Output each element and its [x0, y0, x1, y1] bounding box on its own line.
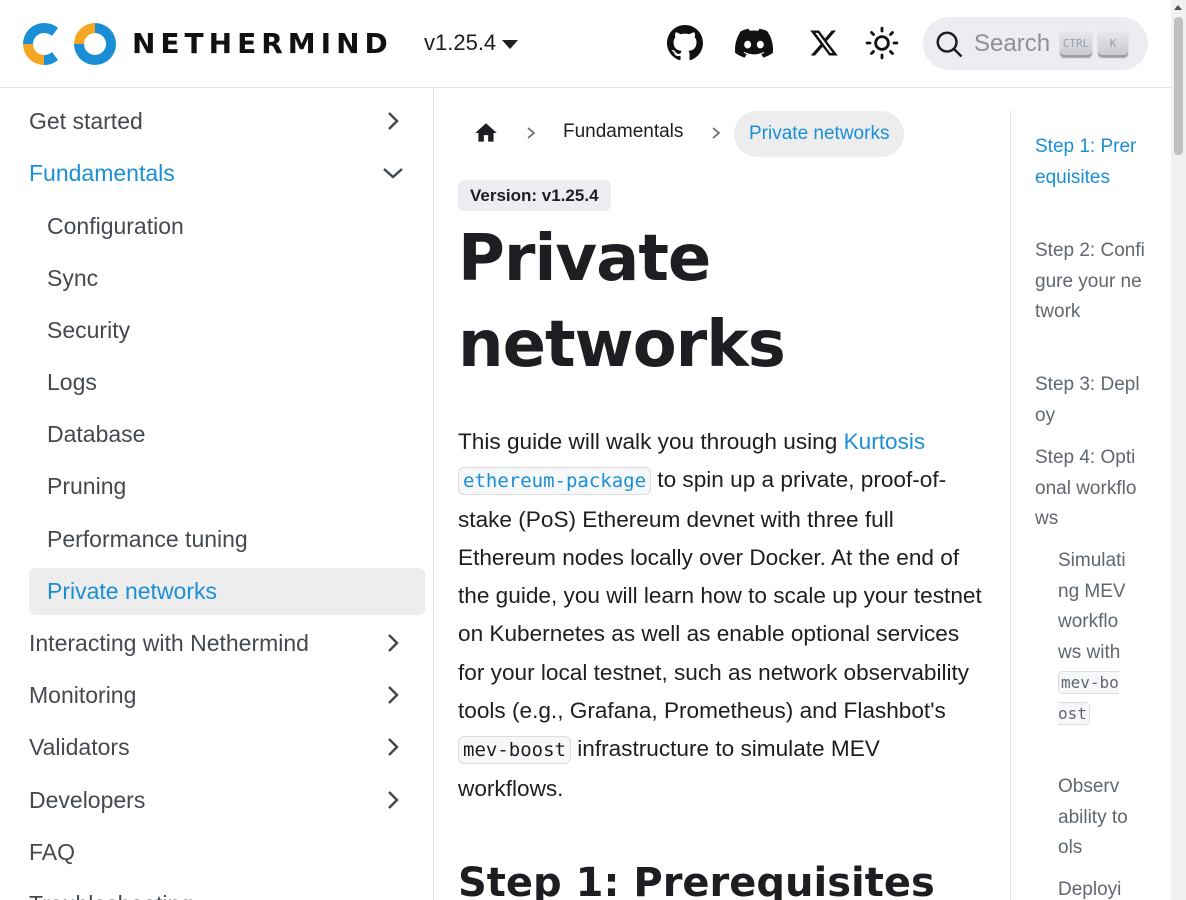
section-heading-prerequisites: Step 1: Prerequisites [458, 860, 935, 900]
sidebar-item-developers[interactable]: Developers [29, 778, 425, 822]
intro-paragraph: This guide will walk you through using K… [458, 423, 988, 808]
chevron-right-icon[interactable] [381, 631, 405, 655]
ethereum-package-link[interactable]: ethereum-package [458, 467, 652, 496]
sidebar-item-label: Pruning [47, 472, 127, 499]
sidebar-item-label: FAQ [29, 838, 76, 865]
breadcrumb-separator-icon [712, 127, 721, 139]
version-badge: Version: v1.25.4 [458, 180, 611, 211]
nethermind-logo[interactable] [22, 19, 118, 69]
sidebar-item-fundamentals[interactable]: Fundamentals [29, 151, 425, 195]
toc-item-step-2[interactable]: Step 2: Configure your network [1035, 236, 1145, 328]
chevron-right-icon[interactable] [381, 683, 405, 707]
scrollbar-thumb[interactable] [1174, 17, 1183, 155]
k-key-hint: K [1098, 30, 1129, 57]
intro-text: This guide will walk you through using [458, 429, 844, 454]
top-navbar: NETHERMIND v1.25.4 Search CTRL K [0, 0, 1171, 88]
sidebar-item-private-networks[interactable]: Private networks [29, 568, 425, 615]
sidebar-item-get-started[interactable]: Get started [29, 99, 425, 143]
breadcrumb-fundamentals[interactable]: Fundamentals [563, 121, 683, 143]
sidebar-item-label: Developers [29, 786, 146, 813]
page-title: Private networks [458, 222, 786, 382]
toc-item-label: Simulating MEV workflows with [1058, 550, 1126, 663]
toc-item-code: mev-boost [1058, 671, 1119, 725]
search-button[interactable]: Search CTRL K [923, 17, 1148, 70]
sidebar-item-performance-tuning[interactable]: Performance tuning [29, 517, 425, 561]
sidebar-item-database[interactable]: Database [29, 412, 425, 456]
toc-item-simulating-mev[interactable]: Simulating MEV workflows with mev-boost [1058, 546, 1128, 729]
toc-item-observability[interactable]: Observability tools [1058, 772, 1128, 864]
discord-icon[interactable] [735, 24, 773, 62]
sidebar-item-label: Logs [47, 368, 97, 395]
breadcrumb-current: Private networks [734, 111, 905, 157]
sidebar-item-label: Sync [47, 264, 99, 291]
sidebar-item-pruning[interactable]: Pruning [29, 464, 425, 508]
sidebar-item-monitoring[interactable]: Monitoring [29, 673, 425, 717]
toc-item-step-3[interactable]: Step 3: Deploy [1035, 370, 1145, 431]
sidebar-item-configuration[interactable]: Configuration [29, 204, 425, 248]
theme-toggle-icon[interactable] [863, 24, 901, 62]
version-dropdown-label: v1.25.4 [424, 30, 497, 55]
toc-item-step-4[interactable]: Step 4: Optional workflows [1035, 443, 1145, 535]
sidebar-item-label: Monitoring [29, 681, 137, 708]
chevron-right-icon[interactable] [381, 109, 405, 133]
home-icon[interactable] [473, 120, 499, 146]
scroll-up-arrow-icon[interactable] [1174, 5, 1182, 10]
sidebar-item-sync[interactable]: Sync [29, 256, 425, 300]
sidebar-item-label: Fundamentals [29, 159, 175, 186]
sidebar-item-label: Get started [29, 107, 143, 134]
sidebar-item-troubleshooting[interactable]: Troubleshooting [29, 882, 425, 900]
sidebar-item-label: Validators [29, 733, 130, 760]
docs-sidebar: Get started Fundamentals Configuration S… [0, 88, 434, 900]
sidebar-item-label: Interacting with Nethermind [29, 629, 309, 656]
sidebar-item-label: Database [47, 420, 146, 447]
sidebar-item-faq[interactable]: FAQ [29, 830, 425, 874]
chevron-right-icon[interactable] [381, 735, 405, 759]
github-icon[interactable] [666, 24, 704, 62]
ctrl-key-hint: CTRL [1060, 30, 1093, 57]
table-of-contents: Step 1: Prerequisites Step 2: Configure … [1010, 110, 1160, 900]
brand-name[interactable]: NETHERMIND [132, 27, 393, 60]
main-content: Fundamentals Private networks Version: v… [435, 88, 1010, 900]
sidebar-item-security[interactable]: Security [29, 308, 425, 352]
intro-text: to spin up a private, proof-of-stake (Po… [458, 467, 982, 724]
toc-item-deploying[interactable]: Deploying [1058, 875, 1128, 900]
x-icon[interactable] [805, 24, 843, 62]
search-icon [936, 31, 963, 57]
search-placeholder: Search [974, 29, 1051, 57]
sidebar-item-label: Security [47, 316, 131, 343]
mev-boost-code: mev-boost [458, 736, 571, 765]
sidebar-item-label: Private networks [47, 578, 218, 604]
page-scrollbar[interactable] [1171, 0, 1186, 900]
chevron-down-icon[interactable] [381, 161, 405, 185]
sidebar-item-logs[interactable]: Logs [29, 360, 425, 404]
kurtosis-link[interactable]: Kurtosis [844, 429, 926, 454]
version-dropdown[interactable]: v1.25.4 [424, 30, 519, 56]
sidebar-item-label: Configuration [47, 212, 184, 239]
sidebar-item-label: Troubleshooting [29, 891, 193, 900]
toc-item-step-1[interactable]: Step 1: Prerequisites [1035, 132, 1145, 193]
sidebar-item-validators[interactable]: Validators [29, 725, 425, 769]
breadcrumb-separator-icon [527, 127, 536, 139]
sidebar-item-label: Performance tuning [47, 525, 248, 552]
chevron-right-icon[interactable] [381, 788, 405, 812]
sidebar-item-interacting[interactable]: Interacting with Nethermind [29, 621, 425, 665]
caret-down-icon [502, 40, 519, 49]
